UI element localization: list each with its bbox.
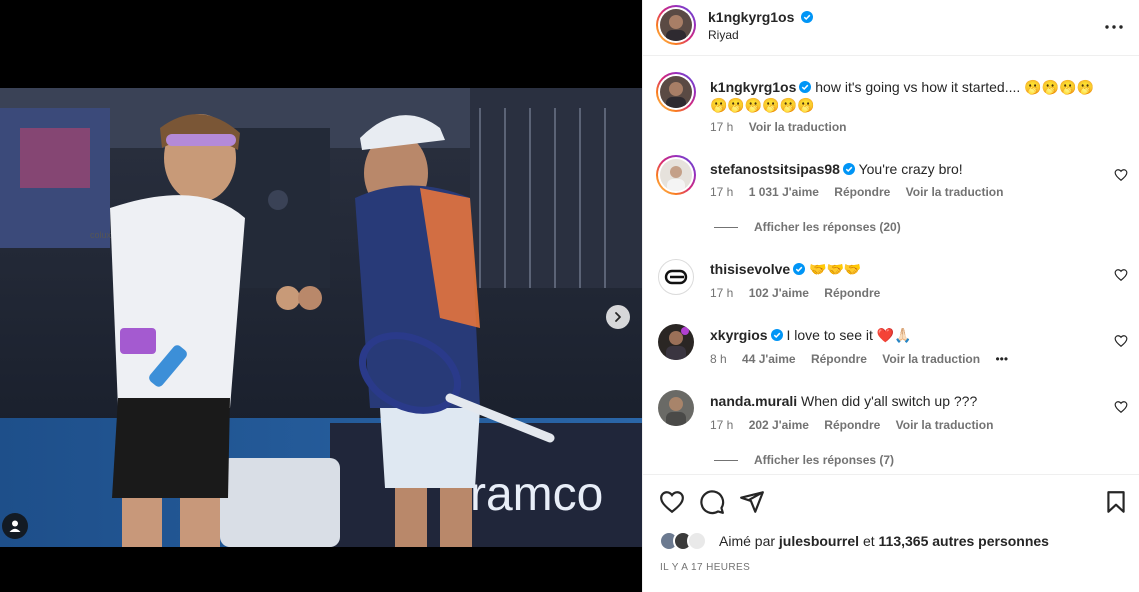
post-photo[interactable]: ramco colux bbox=[0, 88, 642, 547]
post-location[interactable]: Riyad bbox=[708, 28, 739, 42]
heart-icon[interactable] bbox=[1114, 268, 1128, 282]
translate-button[interactable]: Voir la traduction bbox=[896, 418, 994, 432]
verified-badge-icon bbox=[801, 11, 813, 23]
bookmark-icon[interactable] bbox=[1103, 489, 1129, 515]
comment-time[interactable]: 17 h bbox=[710, 418, 733, 432]
comment-likes[interactable]: 44 J'aime bbox=[742, 352, 796, 366]
tagged-users-button[interactable] bbox=[2, 513, 28, 539]
comment-text: 🤝🤝🤝 bbox=[809, 261, 862, 277]
tagged-user-icon bbox=[9, 520, 21, 532]
likes-prefix: Aimé par bbox=[719, 533, 776, 549]
heart-icon[interactable] bbox=[659, 489, 685, 515]
comment-avatar[interactable] bbox=[658, 259, 694, 295]
view-replies-button[interactable]: Afficher les réponses (7) bbox=[714, 453, 894, 467]
comment-username[interactable]: stefanostsitsipas98 bbox=[710, 161, 840, 177]
comment-avatar[interactable] bbox=[658, 390, 694, 426]
reply-button[interactable]: Répondre bbox=[824, 418, 880, 432]
comment-likes[interactable]: 202 J'aime bbox=[749, 418, 809, 432]
heart-icon[interactable] bbox=[1114, 168, 1128, 182]
likes-connector: et bbox=[862, 533, 875, 549]
post-header: k1ngkyrg1os Riyad bbox=[643, 0, 1139, 56]
comment-likes[interactable]: 1 031 J'aime bbox=[749, 185, 819, 199]
share-icon[interactable] bbox=[739, 489, 765, 515]
comment-time[interactable]: 17 h bbox=[710, 286, 733, 300]
post-side-panel: k1ngkyrg1os Riyad k1ngkyrg1os how it's g… bbox=[642, 0, 1139, 592]
heart-icon[interactable] bbox=[1114, 400, 1128, 414]
reply-button[interactable]: Répondre bbox=[824, 286, 880, 300]
comment-username[interactable]: xkyrgios bbox=[710, 327, 768, 343]
comment-more-button[interactable]: ••• bbox=[995, 352, 1008, 366]
caption-translate-button[interactable]: Voir la traduction bbox=[749, 120, 847, 134]
caption-text-line2: 🫢🫢🫢🫢🫢🫢 bbox=[710, 97, 815, 113]
likes-others[interactable]: 113,365 autres personnes bbox=[879, 533, 1049, 549]
comment-likes[interactable]: 102 J'aime bbox=[749, 286, 809, 300]
photo-ad-text: ramco bbox=[470, 468, 603, 521]
comment-item: nanda.murali When did y'all switch up ??… bbox=[643, 389, 1139, 474]
caption-username[interactable]: k1ngkyrg1os bbox=[710, 79, 796, 95]
comment-avatar[interactable] bbox=[656, 155, 696, 195]
reply-button[interactable]: Répondre bbox=[811, 352, 867, 366]
avatar bbox=[687, 531, 707, 551]
caption-time[interactable]: 17 h bbox=[710, 120, 733, 134]
comment-username[interactable]: nanda.murali bbox=[710, 393, 797, 409]
heart-icon[interactable] bbox=[1114, 334, 1128, 348]
photo-shirt-text: colux bbox=[90, 230, 112, 240]
view-replies-button[interactable]: Afficher les réponses (20) bbox=[714, 220, 901, 234]
caption-avatar[interactable] bbox=[656, 72, 696, 112]
author-avatar[interactable] bbox=[656, 5, 696, 45]
comment-text: When did y'all switch up ??? bbox=[801, 393, 978, 409]
comment-text: I love to see it ❤️🙏🏻 bbox=[786, 327, 912, 343]
caption-text: how it's going vs how it started.... 🫢🫢🫢… bbox=[815, 79, 1094, 95]
likes-summary: Aimé par julesbourrel et 113,365 autres … bbox=[659, 530, 1049, 552]
caption: k1ngkyrg1os how it's going vs how it sta… bbox=[643, 72, 1139, 142]
verified-badge-icon bbox=[793, 263, 806, 275]
post-timestamp[interactable]: IL Y A 17 HEURES bbox=[660, 562, 750, 573]
next-photo-button[interactable] bbox=[606, 305, 630, 329]
comment-avatar[interactable] bbox=[658, 324, 694, 360]
verified-badge-icon bbox=[770, 329, 783, 341]
comment-time[interactable]: 8 h bbox=[710, 352, 727, 366]
translate-button[interactable]: Voir la traduction bbox=[906, 185, 1004, 199]
comment-item: xkyrgios I love to see it ❤️🙏🏻 8 h 44 J'… bbox=[643, 323, 1139, 373]
comment-time[interactable]: 17 h bbox=[710, 185, 733, 199]
reply-button[interactable]: Répondre bbox=[834, 185, 890, 199]
comment-icon[interactable] bbox=[699, 489, 725, 515]
more-options-button[interactable] bbox=[1102, 17, 1126, 37]
verified-badge-icon bbox=[842, 163, 855, 175]
more-icon bbox=[1105, 25, 1123, 29]
liker-avatars[interactable] bbox=[659, 530, 715, 552]
comment-item: thisisevolve 🤝🤝🤝 17 h 102 J'aime Répondr… bbox=[643, 257, 1139, 307]
likes-user[interactable]: julesbourrel bbox=[779, 533, 859, 549]
author-username[interactable]: k1ngkyrg1os bbox=[708, 9, 794, 25]
verified-badge-icon bbox=[799, 81, 812, 93]
translate-button[interactable]: Voir la traduction bbox=[882, 352, 980, 366]
comment-item: stefanostsitsipas98 You're crazy bro! 17… bbox=[643, 155, 1139, 245]
comment-username[interactable]: thisisevolve bbox=[710, 261, 790, 277]
chevron-right-icon bbox=[615, 312, 621, 322]
comment-text: You're crazy bro! bbox=[858, 161, 963, 177]
post-actions bbox=[643, 474, 1139, 530]
post-media: ramco colux bbox=[0, 0, 642, 592]
